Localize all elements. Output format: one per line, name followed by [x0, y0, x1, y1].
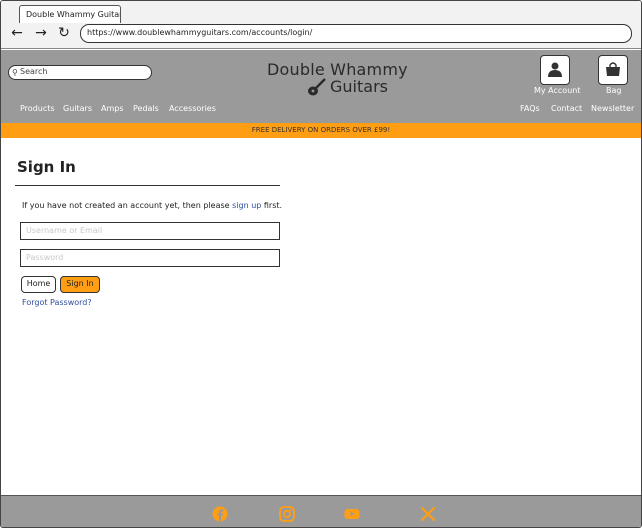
signin-button[interactable]: Sign In — [60, 276, 100, 293]
nav-products[interactable]: Products — [20, 104, 55, 113]
facebook-icon[interactable] — [212, 506, 228, 522]
site-logo[interactable]: Double Whammy Guitars — [267, 60, 408, 100]
search-placeholder: Search — [20, 67, 48, 76]
home-button[interactable]: Home — [21, 276, 56, 293]
account-label[interactable]: My Account — [534, 86, 580, 95]
instagram-icon[interactable] — [279, 506, 295, 522]
nav-faqs[interactable]: FAQs — [520, 104, 540, 113]
username-field[interactable]: Username or Email — [20, 222, 280, 240]
signup-prompt-end: first. — [263, 201, 283, 210]
nav-amps[interactable]: Amps — [101, 104, 124, 113]
bag-icon — [606, 62, 620, 76]
promo-banner: FREE DELIVERY ON ORDERS OVER £99! — [1, 123, 641, 138]
nav-newsletter[interactable]: Newsletter — [591, 104, 634, 113]
account-button[interactable] — [540, 55, 570, 85]
browser-chrome: Double Whammy Guitars ← → ↻ https://www.… — [1, 1, 641, 49]
browser-window: Double Whammy Guitars ← → ↻ https://www.… — [0, 0, 642, 528]
nav-pedals[interactable]: Pedals — [133, 104, 159, 113]
nav-accessories[interactable]: Accessories — [169, 104, 216, 113]
back-icon[interactable]: ← — [9, 25, 25, 41]
forward-icon[interactable]: → — [33, 25, 49, 41]
password-field[interactable]: Password — [20, 249, 280, 267]
logo-line2: Guitars — [330, 77, 388, 96]
x-icon[interactable] — [420, 506, 436, 522]
signup-link[interactable]: sign up — [232, 201, 261, 210]
user-icon — [548, 62, 562, 77]
browser-tab[interactable]: Double Whammy Guitars — [19, 5, 121, 23]
page-title: Sign In — [17, 158, 76, 176]
search-input[interactable]: ⚲ Search — [8, 65, 152, 80]
bag-button[interactable] — [598, 55, 628, 85]
bag-label[interactable]: Bag — [606, 86, 621, 95]
nav-contact[interactable]: Contact — [551, 104, 582, 113]
signup-prompt-text: If you have not created an account yet, … — [22, 201, 230, 210]
site-header: ⚲ Search Double Whammy Guitars My Accoun… — [1, 50, 641, 123]
reload-icon[interactable]: ↻ — [56, 25, 72, 41]
site-footer — [1, 495, 641, 527]
forgot-password-link[interactable]: Forgot Password? — [22, 298, 92, 307]
youtube-icon[interactable] — [344, 506, 360, 522]
guitar-icon — [308, 78, 326, 96]
search-icon: ⚲ — [12, 68, 18, 77]
title-divider — [15, 185, 280, 186]
signup-prompt: If you have not created an account yet, … — [22, 201, 282, 210]
nav-guitars[interactable]: Guitars — [63, 104, 92, 113]
address-bar[interactable]: https://www.doublewhammyguitars.com/acco… — [80, 24, 632, 43]
